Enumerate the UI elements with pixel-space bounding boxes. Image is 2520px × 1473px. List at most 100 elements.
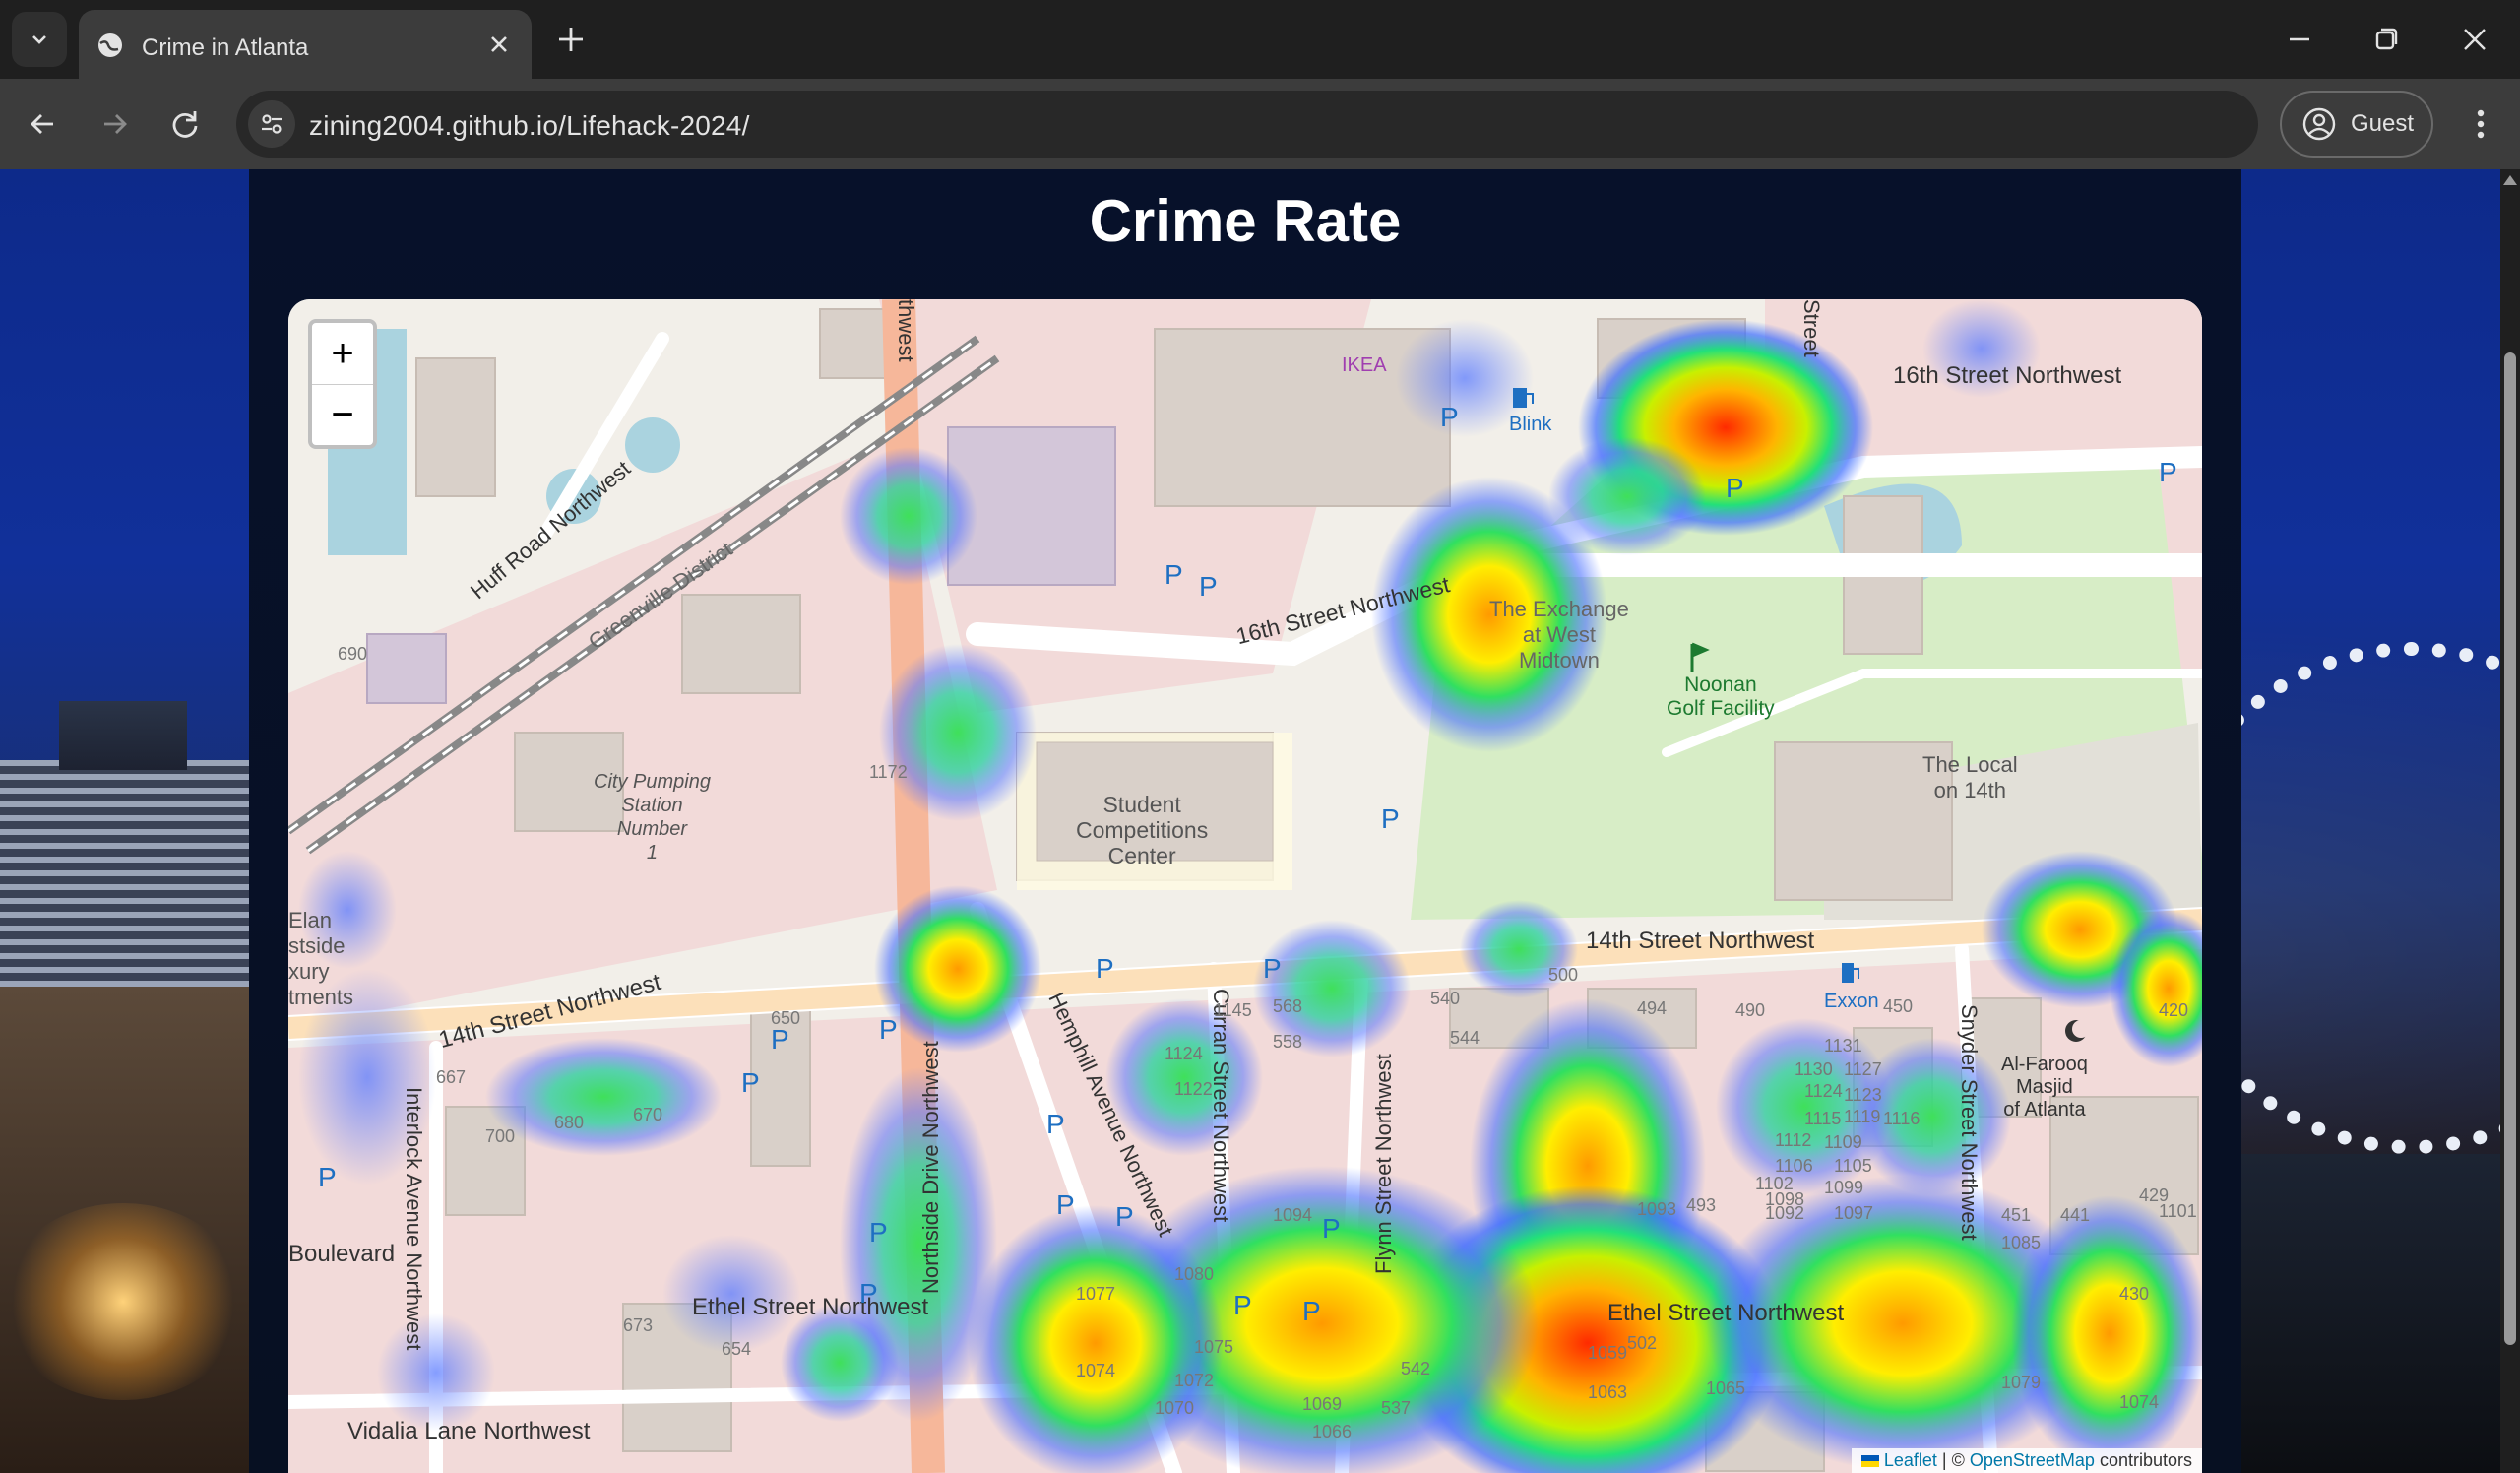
building-number-label: 1116: [1883, 1109, 1921, 1128]
building-number-label: 544: [1450, 1028, 1480, 1048]
building-number-label: 502: [1627, 1333, 1658, 1353]
background-trees: [2241, 1154, 2500, 1473]
building-number-label: 493: [1686, 1195, 1717, 1215]
scroll-up-arrow-icon[interactable]: [2503, 175, 2517, 185]
tab-search-button[interactable]: [12, 12, 67, 67]
place-label: IKEA: [1342, 354, 1387, 376]
building-number-label: 1077: [1076, 1284, 1116, 1304]
more-vert-icon[interactable]: [2463, 104, 2498, 144]
page-title: Crime Rate: [1089, 188, 1402, 254]
place-label: City Pumping Station Number 1: [594, 771, 711, 864]
address-bar[interactable]: zining2004.github.io/Lifehack-2024/: [236, 91, 2258, 158]
parking-icon: P: [1199, 571, 1218, 602]
parking-icon: P: [1302, 1296, 1321, 1326]
building-number-label: 670: [633, 1105, 663, 1124]
place-label: Blink: [1509, 414, 1552, 435]
content-panel: Crime Rate 16th Street Northwest 16th St…: [249, 169, 2241, 1473]
building-number-label: 1122: [1174, 1079, 1213, 1099]
building-number-label: 1115: [1804, 1109, 1842, 1128]
reload-icon[interactable]: [165, 104, 205, 144]
parking-icon: P: [771, 1024, 789, 1055]
profile-button[interactable]: Guest: [2280, 91, 2433, 158]
zoom-control: + −: [308, 319, 377, 449]
url-text: zining2004.github.io/Lifehack-2024/: [309, 110, 750, 141]
browser-tab[interactable]: Crime in Atlanta: [79, 10, 532, 79]
place-label: Al-Farooq Masjid of Atlanta: [2001, 1054, 2088, 1121]
chevron-down-icon: [32, 35, 46, 44]
building-number-label: 673: [623, 1315, 654, 1335]
place-label: Elan stside xury tments: [288, 908, 354, 1009]
building-number-label: 441: [2060, 1205, 2091, 1225]
building-number-label: 1127: [1844, 1059, 1882, 1079]
forward-arrow-icon[interactable]: [94, 104, 134, 144]
building-number-label: 430: [2119, 1284, 2150, 1304]
building-number-label: 1124: [1165, 1044, 1203, 1063]
building-number-label: 1109: [1824, 1132, 1862, 1152]
charging-station-icon: [1513, 388, 1534, 408]
site-info-button[interactable]: [248, 100, 295, 148]
leaflet-link[interactable]: Leaflet: [1884, 1450, 1937, 1470]
building-number-label: 1131: [1824, 1036, 1862, 1056]
parking-icon: P: [869, 1217, 888, 1248]
building-number-label: 494: [1637, 998, 1668, 1018]
parking-icon: P: [2159, 457, 2177, 487]
building-number-label: 542: [1401, 1359, 1431, 1378]
building-number-label: 1097: [1834, 1203, 1874, 1223]
street-label: Flynn Street Northwest: [1371, 1054, 1396, 1274]
building-number-label: 1105: [1834, 1156, 1872, 1176]
minimize-icon[interactable]: [2280, 20, 2319, 59]
building-number-label: 1119: [1844, 1107, 1881, 1126]
parking-icon: P: [1165, 559, 1183, 590]
background-street-lights: [0, 1203, 246, 1400]
building-number-label: 558: [1273, 1032, 1303, 1052]
back-arrow-icon[interactable]: [24, 104, 63, 144]
building-number-label: 490: [1735, 1000, 1766, 1020]
page-scrollbar[interactable]: [2500, 169, 2520, 1473]
street-label: Vidalia Lane Northwest: [347, 1418, 591, 1444]
street-label: Northside Drive Northwest: [918, 1041, 943, 1294]
parking-icon: P: [1263, 953, 1282, 984]
parking-icon: P: [1096, 953, 1114, 984]
browser-toolbar: zining2004.github.io/Lifehack-2024/ Gues…: [0, 79, 2520, 169]
building-number-label: 1130: [1795, 1059, 1833, 1079]
browser-tab-bar: Crime in Atlanta: [0, 0, 2520, 79]
zoom-in-button[interactable]: +: [312, 323, 373, 385]
building-number-label: 1074: [1076, 1361, 1116, 1380]
parking-icon: P: [1233, 1290, 1252, 1320]
building-number-label: 1093: [1637, 1199, 1677, 1219]
building-number-label: 1145: [1214, 1000, 1252, 1020]
building-number-label: 1123: [1844, 1085, 1882, 1105]
building-number-label: 1059: [1588, 1343, 1628, 1363]
crime-heatmap-map[interactable]: 16th Street Northwest 16th Street Northw…: [288, 299, 2202, 1473]
page-viewport: Crime Rate 16th Street Northwest 16th St…: [0, 169, 2500, 1473]
building-number-label: 1099: [1824, 1178, 1864, 1197]
place-label: Student Competitions Center: [1076, 792, 1209, 868]
building-number-label: 1092: [1765, 1203, 1805, 1223]
street-label: Street: [1799, 299, 1824, 357]
building-number-label: 667: [436, 1067, 467, 1087]
zoom-out-button[interactable]: −: [312, 384, 373, 445]
tune-icon: [262, 114, 282, 134]
restore-icon[interactable]: [2366, 20, 2406, 59]
place-label: Exxon: [1824, 991, 1879, 1012]
building-number-label: 420: [2159, 1000, 2189, 1020]
background-building-top: [59, 701, 187, 770]
close-window-icon[interactable]: [2455, 20, 2494, 59]
close-tab-icon[interactable]: [484, 30, 514, 59]
building-number-label: 537: [1381, 1398, 1412, 1418]
osm-link[interactable]: OpenStreetMap: [1970, 1450, 2095, 1470]
street-label: Boulevard: [288, 1241, 396, 1267]
building-number-label: 540: [1430, 989, 1461, 1008]
parking-icon: P: [1440, 402, 1459, 432]
building-number-label: 1074: [2119, 1392, 2160, 1412]
building-number-label: 500: [1548, 965, 1579, 985]
building-number-label: 1072: [1174, 1371, 1215, 1390]
mosque-icon: [2065, 1020, 2090, 1042]
building-number-label: 1101: [2159, 1201, 2197, 1221]
street-label: Interlock Avenue Northwest: [402, 1087, 426, 1351]
building-number-label: 1075: [1194, 1337, 1234, 1357]
place-label: The Exchange at West Midtown: [1489, 597, 1629, 672]
parking-icon: P: [1056, 1189, 1075, 1220]
scrollbar-thumb[interactable]: [2504, 352, 2516, 1345]
new-tab-icon[interactable]: [549, 18, 593, 61]
